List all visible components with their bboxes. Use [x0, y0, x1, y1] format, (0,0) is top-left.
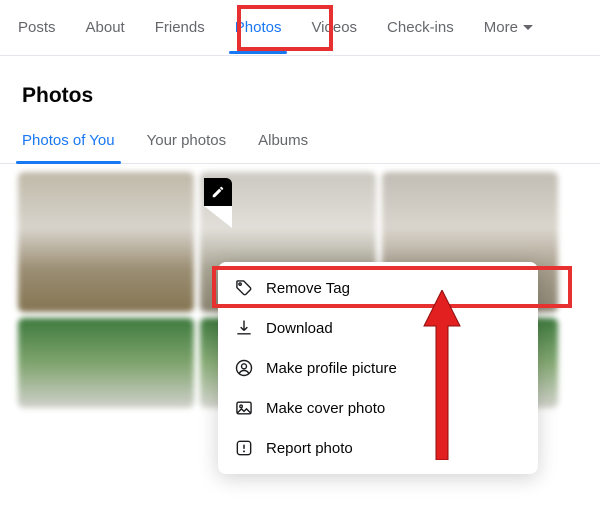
photo-thumbnail[interactable]: [18, 172, 194, 312]
menu-item-label: Make profile picture: [266, 360, 397, 377]
tab-friends[interactable]: Friends: [155, 19, 205, 54]
pencil-icon: [211, 185, 225, 199]
subtab-albums[interactable]: Albums: [258, 132, 308, 163]
menu-item-report-photo[interactable]: Report photo: [218, 428, 538, 468]
subtab-your-photos[interactable]: Your photos: [147, 132, 227, 163]
menu-item-label: Remove Tag: [266, 280, 350, 297]
subtab-photos-of-you[interactable]: Photos of You: [22, 132, 115, 163]
chevron-down-icon: [523, 25, 533, 30]
menu-item-make-cover-photo[interactable]: Make cover photo: [218, 388, 538, 428]
tab-more[interactable]: More: [484, 19, 533, 54]
photo-options-button[interactable]: [204, 178, 232, 206]
tab-videos[interactable]: Videos: [311, 19, 357, 54]
tag-icon: [234, 278, 254, 298]
photo-options-menu: Remove Tag Download Make profile picture…: [218, 262, 538, 474]
profile-top-nav: Posts About Friends Photos Videos Check-…: [0, 0, 600, 56]
download-icon: [234, 318, 254, 338]
photos-subtabs: Photos of You Your photos Albums: [0, 116, 600, 164]
tab-photos[interactable]: Photos: [235, 19, 282, 54]
menu-item-make-profile-picture[interactable]: Make profile picture: [218, 348, 538, 388]
tab-about[interactable]: About: [86, 19, 125, 54]
report-icon: [234, 438, 254, 458]
menu-item-remove-tag[interactable]: Remove Tag: [218, 268, 538, 308]
photo-thumbnail[interactable]: [18, 318, 194, 408]
profile-icon: [234, 358, 254, 378]
menu-item-label: Make cover photo: [266, 400, 385, 417]
menu-item-label: Report photo: [266, 440, 353, 457]
tab-more-label: More: [484, 19, 518, 36]
menu-item-label: Download: [266, 320, 333, 337]
image-icon: [234, 398, 254, 418]
menu-item-download[interactable]: Download: [218, 308, 538, 348]
tab-checkins[interactable]: Check-ins: [387, 19, 454, 54]
page-title: Photos: [0, 56, 600, 116]
tab-posts[interactable]: Posts: [18, 19, 56, 54]
